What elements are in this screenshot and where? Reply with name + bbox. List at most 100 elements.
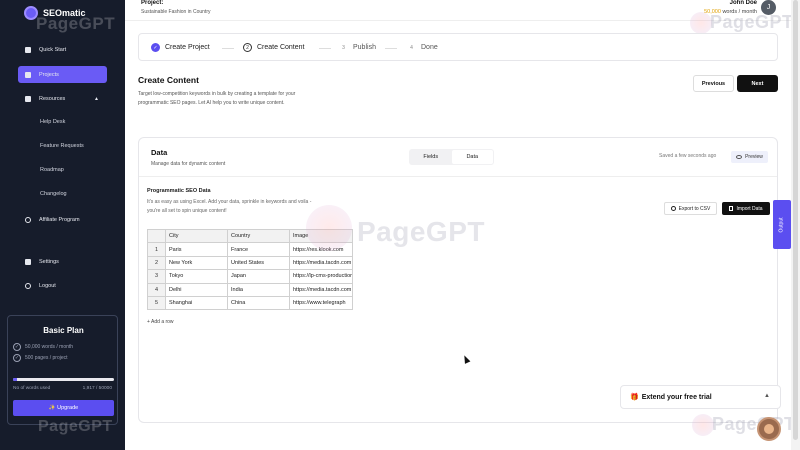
table-cell[interactable]: Tokyo [165, 269, 228, 284]
sidebar-item-settings[interactable]: Settings [18, 253, 107, 270]
export-icon [670, 206, 676, 211]
table-row: 1 Paris France https://res.klook.com [147, 242, 353, 257]
sidebar-item-projects[interactable]: Projects [18, 66, 107, 83]
page-description: Target low-competition keywords in bulk … [138, 91, 296, 106]
gear-icon [25, 258, 31, 265]
table-cell[interactable]: https://media.tacdn.com [289, 255, 353, 271]
logout-icon [25, 282, 31, 289]
usage-progress-bar [13, 378, 114, 381]
table-cell[interactable]: Shanghai [165, 295, 228, 311]
scrollbar[interactable] [791, 0, 800, 450]
plan-feature: ✓ 500 pages / project [13, 354, 68, 362]
check-circle-icon: ✓ [13, 343, 21, 351]
step-create-content[interactable]: 2 Create Content [243, 43, 304, 52]
check-circle-icon: ✓ [13, 354, 21, 362]
next-button[interactable]: Next [737, 75, 778, 92]
row-number: 5 [147, 295, 166, 311]
sidebar-item-affiliate[interactable]: Affiliate Program [18, 211, 107, 228]
table-cell[interactable]: China [227, 295, 290, 311]
table-row: 5 Shanghai China https://www.telegraph [147, 295, 353, 311]
sidebar: SEOmatic PageGPT Quick Start Projects Re… [0, 0, 125, 450]
brand[interactable]: SEOmatic [24, 6, 86, 20]
table-row: 3 Tokyo Japan https://lp-cms-production [147, 269, 353, 284]
table-cell[interactable]: https://res.klook.com [289, 242, 353, 257]
word-quota-count: 50,000 [704, 9, 721, 15]
step-number: 2 [243, 43, 252, 52]
step-number: 3 [342, 44, 345, 51]
table-cell[interactable]: https://www.telegraph [289, 295, 353, 311]
sidebar-item-label: Projects [39, 71, 59, 78]
pseo-description: It's as easy as using Excel. Add your da… [147, 199, 312, 214]
column-header[interactable]: Image [289, 228, 353, 244]
project-label: Project: [141, 0, 164, 6]
table-cell[interactable]: New York [165, 255, 228, 271]
folder-icon [25, 71, 31, 78]
step-connector [222, 48, 234, 49]
scrollbar-thumb[interactable] [793, 0, 798, 440]
preview-button[interactable]: Preview [731, 151, 768, 163]
book-icon [25, 95, 31, 102]
table-cell[interactable]: United States [227, 255, 290, 271]
plan-feature-label: 500 pages / project [25, 355, 68, 361]
step-label: Done [421, 44, 438, 51]
data-table: City Country Image 1 Paris France https:… [147, 228, 353, 311]
table-cell[interactable]: https://media.tacdn.com [289, 282, 353, 297]
sidebar-subitem-changelog[interactable]: Changelog [40, 191, 67, 197]
sidebar-item-label: Resources [39, 95, 66, 102]
sidebar-subitem-help-desk[interactable]: Help Desk [40, 119, 65, 125]
table-cell[interactable]: Paris [165, 242, 228, 257]
step-publish[interactable]: 3 Publish [339, 43, 376, 52]
step-connector [319, 48, 331, 49]
sidebar-item-resources[interactable]: Resources ▲ [18, 90, 107, 107]
gift-icon: 🎁 [630, 394, 639, 401]
sidebar-subitem-feature-requests[interactable]: Feature Requests [40, 143, 84, 149]
chevron-up-icon: ▲ [94, 95, 99, 102]
toggle-data[interactable]: Data [451, 150, 493, 164]
row-number: 4 [147, 282, 166, 297]
sidebar-item-label: Affiliate Program [39, 216, 80, 223]
output-tab[interactable]: Output [773, 200, 791, 249]
output-tab-label: Output [778, 216, 785, 233]
table-cell[interactable]: France [227, 242, 290, 257]
watermark-text: PageGPT [710, 12, 794, 32]
table-header-row: City Country Image [147, 228, 353, 244]
step-label: Publish [353, 44, 376, 51]
avatar[interactable]: J [761, 0, 776, 15]
project-name: Sustainable Fashion in Country [141, 9, 211, 15]
plan-feature-label: 50,000 words / month [25, 344, 74, 350]
page-title: Create Content [138, 75, 199, 85]
column-header[interactable]: Country [227, 228, 290, 244]
table-cell[interactable]: India [227, 282, 290, 297]
export-csv-button[interactable]: Export to CSV [664, 202, 717, 215]
step-done[interactable]: 4 Done [407, 43, 438, 52]
previous-button[interactable]: Previous [693, 75, 734, 92]
row-number: 3 [147, 269, 166, 284]
header-divider [125, 20, 791, 21]
table-cell[interactable]: Japan [227, 269, 290, 284]
check-icon: ✓ [151, 43, 160, 52]
step-label: Create Project [165, 44, 210, 51]
toggle-fields[interactable]: Fields [410, 150, 452, 164]
table-row: 4 Delhi India https://media.tacdn.com [147, 282, 353, 297]
import-data-button[interactable]: Import Data [722, 202, 770, 215]
flag-icon [25, 46, 31, 53]
data-card: Data Manage data for dynamic content Fie… [138, 137, 778, 423]
sidebar-item-label: Settings [39, 258, 59, 265]
preview-label: Preview [745, 154, 763, 160]
step-create-project[interactable]: ✓ Create Project [151, 43, 210, 52]
sidebar-subitem-roadmap[interactable]: Roadmap [40, 167, 64, 173]
add-row-button[interactable]: + Add a row [147, 319, 174, 325]
table-cell[interactable]: https://lp-cms-production [289, 269, 353, 284]
upgrade-button[interactable]: ✨ Upgrade [13, 400, 114, 416]
document-icon [729, 206, 734, 211]
usage-value: 1,917 / 50000 [82, 386, 112, 391]
sidebar-item-logout[interactable]: Logout [18, 277, 107, 294]
support-chat-avatar[interactable] [757, 417, 781, 441]
sidebar-item-quick-start[interactable]: Quick Start [18, 41, 107, 58]
extend-trial-panel[interactable]: 🎁 Extend your free trial ▲ [620, 385, 781, 409]
column-header[interactable]: City [165, 228, 228, 244]
progress-stepper: ✓ Create Project 2 Create Content 3 Publ… [138, 33, 778, 61]
plan-feature: ✓ 50,000 words / month [13, 343, 73, 351]
affiliate-icon [25, 216, 31, 223]
table-cell[interactable]: Delhi [165, 282, 228, 297]
